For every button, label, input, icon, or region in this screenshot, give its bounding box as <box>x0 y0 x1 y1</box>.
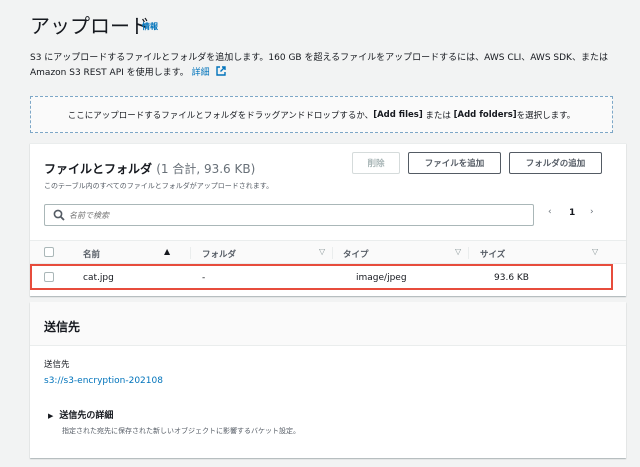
learn-more-link[interactable]: 詳細 <box>192 68 210 78</box>
column-type[interactable]: タイプ <box>343 248 369 260</box>
sort-icon[interactable]: ▽ <box>319 247 325 256</box>
sort-icon[interactable]: ▽ <box>455 247 461 256</box>
files-count: (1 合計, 93.6 KB) <box>156 162 256 176</box>
add-folder-button[interactable]: フォルダの追加 <box>509 152 602 174</box>
sort-ascending-icon[interactable]: ▲ <box>164 247 170 256</box>
search-box <box>44 204 534 226</box>
destination-title: 送信先 <box>44 320 81 334</box>
next-page-icon[interactable]: › <box>590 207 594 217</box>
cell-type: image/jpeg <box>356 273 407 283</box>
info-link[interactable]: 情報 <box>142 21 158 32</box>
sort-icon[interactable]: ▽ <box>592 247 598 256</box>
cell-name: cat.jpg <box>83 273 114 283</box>
column-divider <box>468 247 469 259</box>
current-page[interactable]: 1 <box>569 208 575 218</box>
destination-details-note: 指定された宛先に保存された新しいオブジェクトに影響するバケット設定。 <box>62 427 300 435</box>
external-link-icon[interactable] <box>215 66 226 76</box>
search-icon <box>53 209 65 221</box>
page-description: S3 にアップロードするファイルとフォルダを追加します。160 GB を超えるフ… <box>30 51 620 81</box>
column-divider <box>332 247 333 259</box>
dropzone-text-middle: または <box>422 110 454 121</box>
caret-right-icon: ▶ <box>48 412 54 420</box>
destination-uri-link[interactable]: s3://s3-encryption-202108 <box>44 376 163 386</box>
column-folder[interactable]: フォルダ <box>202 248 236 260</box>
drop-zone[interactable]: ここにアップロードするファイルとフォルダをドラッグアンドドロップするか、 [Ad… <box>30 96 613 133</box>
destination-label: 送信先 <box>44 360 70 370</box>
description-text: S3 にアップロードするファイルとフォルダを追加します。160 GB を超えるフ… <box>30 53 608 78</box>
column-size[interactable]: サイズ <box>480 248 505 260</box>
dropzone-text-after: を選択します。 <box>516 110 576 121</box>
dropzone-add-files: [Add files] <box>373 109 423 120</box>
column-name[interactable]: 名前 <box>83 248 100 260</box>
destination-details-toggle[interactable]: ▶ 送信先の詳細 <box>48 408 113 421</box>
table-header: 名前 ▲ フォルダ ▽ タイプ ▽ サイズ ▽ <box>30 240 626 264</box>
delete-button[interactable]: 削除 <box>352 152 400 174</box>
files-title-text: ファイルとフォルダ <box>44 162 153 176</box>
table-row[interactable]: cat.jpg - image/jpeg 93.6 KB <box>30 264 613 290</box>
destination-header: 送信先 <box>30 302 626 346</box>
files-panel-title: ファイルとフォルダ (1 合計, 93.6 KB) <box>44 160 255 177</box>
cell-folder: - <box>202 273 206 283</box>
dropzone-text-before: ここにアップロードするファイルとフォルダをドラッグアンドドロップするか、 <box>67 110 374 121</box>
destination-details-label: 送信先の詳細 <box>59 411 114 421</box>
add-files-button[interactable]: ファイルを追加 <box>408 152 501 174</box>
cell-size: 93.6 KB <box>494 273 529 283</box>
dropzone-add-folders: [Add folders] <box>453 109 517 120</box>
files-subtitle: このテーブル内のすべてのファイルとフォルダがアップロードされます。 <box>44 182 274 190</box>
column-divider <box>190 247 191 259</box>
destination-panel: 送信先 送信先 s3://s3-encryption-202108 ▶ 送信先の詳… <box>30 302 626 458</box>
row-checkbox[interactable] <box>44 272 54 282</box>
select-all-checkbox[interactable] <box>44 247 54 257</box>
page-title: アップロード <box>30 14 150 38</box>
prev-page-icon[interactable]: ‹ <box>548 207 552 217</box>
search-input[interactable] <box>69 210 509 220</box>
